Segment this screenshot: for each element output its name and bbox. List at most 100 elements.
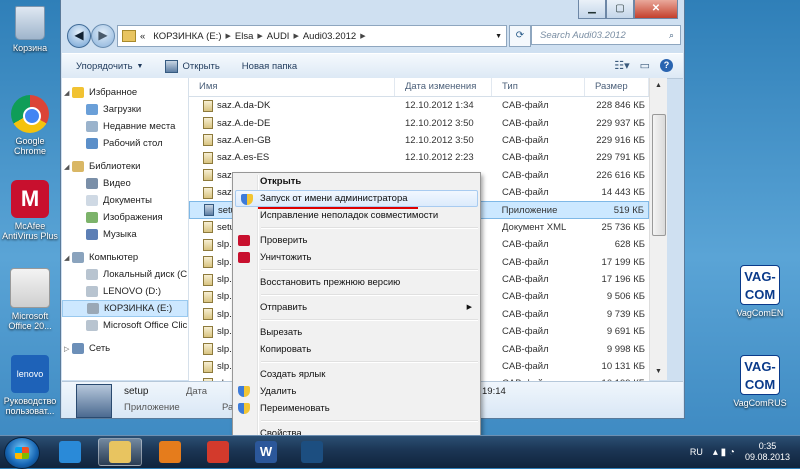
nav-recent-places[interactable]: Недавние места	[62, 118, 188, 135]
help-icon[interactable]: ?	[660, 59, 673, 72]
menu-item[interactable]: Копировать	[233, 341, 480, 358]
menu-item[interactable]: Уничтожить	[233, 249, 480, 266]
view-options-icon[interactable]: ☷▾	[614, 59, 629, 72]
taskbar-app-media-player[interactable]	[148, 438, 192, 466]
forward-button[interactable]: ▶	[91, 24, 115, 48]
menu-item[interactable]: Проверить	[233, 232, 480, 249]
drive-icon	[86, 286, 98, 297]
file-row[interactable]: saz.A.de-DE 12.10.2012 3:50 CAB-файл 229 93…	[189, 114, 649, 131]
expand-triangle-icon[interactable]: ◢	[64, 163, 69, 171]
breadcrumb-drive[interactable]: КОРЗИНКА (E:)	[153, 31, 221, 42]
nav-network[interactable]: ▷ Сеть	[62, 340, 188, 357]
search-box[interactable]: ⌕	[531, 25, 681, 45]
file-name-cell[interactable]: saz.A.es-ES	[189, 151, 395, 164]
organize-button[interactable]: Упорядочить ▼	[76, 61, 143, 72]
chevron-right-icon[interactable]: ▶	[293, 32, 298, 40]
file-row[interactable]: saz.A.da-DK 12.10.2012 1:34 CAB-файл 228 84…	[189, 97, 649, 114]
open-button[interactable]: Открыть	[165, 59, 220, 73]
clock[interactable]: 0:35 09.08.2013	[745, 441, 790, 463]
nav-office-click[interactable]: Microsoft Office Clic	[62, 317, 188, 334]
file-name-cell[interactable]: saz.A.da-DK	[189, 99, 395, 112]
file-type: CAB-файл	[502, 152, 549, 164]
windows-logo-icon	[15, 447, 29, 459]
desktop-icon-vagcom-en[interactable]: VAG-COM VagComEN	[728, 265, 792, 318]
taskbar-app-video-app[interactable]	[290, 438, 334, 466]
column-size[interactable]: Размер	[585, 78, 649, 96]
desktop-icon-chrome[interactable]: Google Chrome	[0, 95, 62, 156]
search-input[interactable]	[538, 28, 662, 42]
address-prefix[interactable]: «	[140, 31, 145, 42]
nav-computer[interactable]: ◢ Компьютер	[62, 249, 188, 266]
menu-item[interactable]: Переименовать	[233, 400, 480, 417]
taskbar-app-ie[interactable]	[48, 438, 92, 466]
desktop-icon-vagcom-rus[interactable]: VAG-COM VagComRUS	[728, 355, 792, 408]
desktop-icon-mcafee[interactable]: M McAfee AntiVirus Plus	[0, 180, 62, 241]
nav-documents[interactable]: Документы	[62, 192, 188, 209]
chevron-right-icon[interactable]: ▶	[257, 32, 262, 40]
nav-video[interactable]: Видео	[62, 175, 188, 192]
desktop-icon-label: Google Chrome	[13, 136, 46, 156]
menu-item[interactable]: Отправить ▶	[233, 299, 480, 316]
file-row[interactable]: saz.A.en-GB 12.10.2012 3:50 CAB-файл 229 91…	[189, 132, 649, 149]
expand-triangle-icon[interactable]: ▷	[64, 345, 69, 353]
nav-favorites[interactable]: ◢ Избранное	[62, 84, 188, 101]
address-bar[interactable]: « КОРЗИНКА (E:) ▶ Elsa ▶ AUDI ▶ Audi03.2012…	[117, 25, 507, 47]
menu-item[interactable]: Восстановить прежнюю версию	[233, 274, 480, 291]
desktop-icon-recycle-bin[interactable]: Корзина	[0, 6, 62, 53]
file-row[interactable]: saz.A.es-ES 12.10.2012 2:23 CAB-файл 229 79…	[189, 149, 649, 166]
chevron-right-icon[interactable]: ▶	[360, 32, 365, 40]
taskbar-app-explorer[interactable]	[98, 438, 142, 466]
preview-pane-icon[interactable]: ▭	[640, 59, 650, 72]
maximize-button[interactable]: ▢	[606, 0, 634, 19]
taskbar-app-word[interactable]: W	[244, 438, 288, 466]
desktop-icon-office[interactable]: Microsoft Office 20...	[0, 268, 62, 331]
menu-item[interactable]: Удалить	[233, 383, 480, 400]
scroll-thumb[interactable]	[652, 114, 666, 236]
breadcrumb-elsa[interactable]: Elsa	[235, 31, 253, 42]
taskbar-app-chrome[interactable]	[196, 438, 240, 466]
start-button[interactable]	[4, 437, 40, 469]
scroll-up-icon[interactable]: ▲	[650, 78, 667, 94]
column-name[interactable]: Имя	[189, 78, 395, 96]
search-icon[interactable]: ⌕	[669, 30, 674, 41]
refresh-button[interactable]: ⟳	[509, 25, 531, 47]
mcafee-icon	[238, 235, 250, 246]
command-bar: Упорядочить ▼ Открыть Новая папка ☷▾ ▭ ?	[62, 53, 683, 79]
file-date: 12.10.2012 3:50	[405, 134, 474, 146]
chevron-right-icon[interactable]: ▶	[225, 32, 230, 40]
close-button[interactable]: ✕	[634, 0, 678, 19]
menu-item[interactable]: Открыть	[233, 173, 480, 190]
breadcrumb-audi[interactable]: AUDI	[267, 31, 290, 42]
menu-item[interactable]: Запуск от имени администратора	[235, 190, 478, 207]
column-date[interactable]: Дата изменения	[395, 78, 492, 96]
nav-drive-e[interactable]: КОРЗИНКА (E:)	[62, 300, 188, 317]
expand-triangle-icon[interactable]: ◢	[64, 89, 69, 97]
nav-downloads[interactable]: Загрузки	[62, 101, 188, 118]
back-button[interactable]: ◀	[67, 24, 91, 48]
vertical-scrollbar[interactable]: ▲ ▼	[649, 78, 667, 380]
menu-item[interactable]: Вырезать	[233, 324, 480, 341]
nav-libraries[interactable]: ◢ Библиотеки	[62, 158, 188, 175]
nav-drive-c[interactable]: Локальный диск (C	[62, 266, 188, 283]
nav-desktop[interactable]: Рабочий стол	[62, 135, 188, 152]
breadcrumb-audi032012[interactable]: Audi03.2012	[303, 31, 356, 42]
language-indicator[interactable]: RU	[690, 447, 703, 457]
context-menu: Открыть Запуск от имени администратора Исп…	[232, 172, 481, 439]
scroll-down-icon[interactable]: ▼	[650, 364, 667, 380]
file-name: slp.	[217, 239, 232, 251]
desktop-icon-lenovo-guide[interactable]: lenovo Руководство пользоват...	[0, 355, 62, 416]
menu-item[interactable]: Исправление неполадок совместимости	[233, 207, 480, 224]
chevron-down-icon[interactable]: ▼	[495, 33, 502, 40]
menu-item[interactable]: Создать ярлык	[233, 366, 480, 383]
column-type[interactable]: Тип	[492, 78, 585, 96]
minimize-button[interactable]: ▁	[578, 0, 606, 19]
file-name-cell[interactable]: saz.A.de-DE	[189, 117, 395, 130]
tray-icons[interactable]: ▴ ▮ ◔	[713, 447, 735, 458]
uac-shield-icon	[238, 403, 250, 414]
nav-pictures[interactable]: Изображения	[62, 209, 188, 226]
expand-triangle-icon[interactable]: ◢	[64, 254, 69, 262]
file-name-cell[interactable]: saz.A.en-GB	[189, 134, 395, 147]
nav-drive-d[interactable]: LENOVO (D:)	[62, 283, 188, 300]
new-folder-button[interactable]: Новая папка	[242, 61, 297, 72]
nav-music[interactable]: Музыка	[62, 226, 188, 243]
